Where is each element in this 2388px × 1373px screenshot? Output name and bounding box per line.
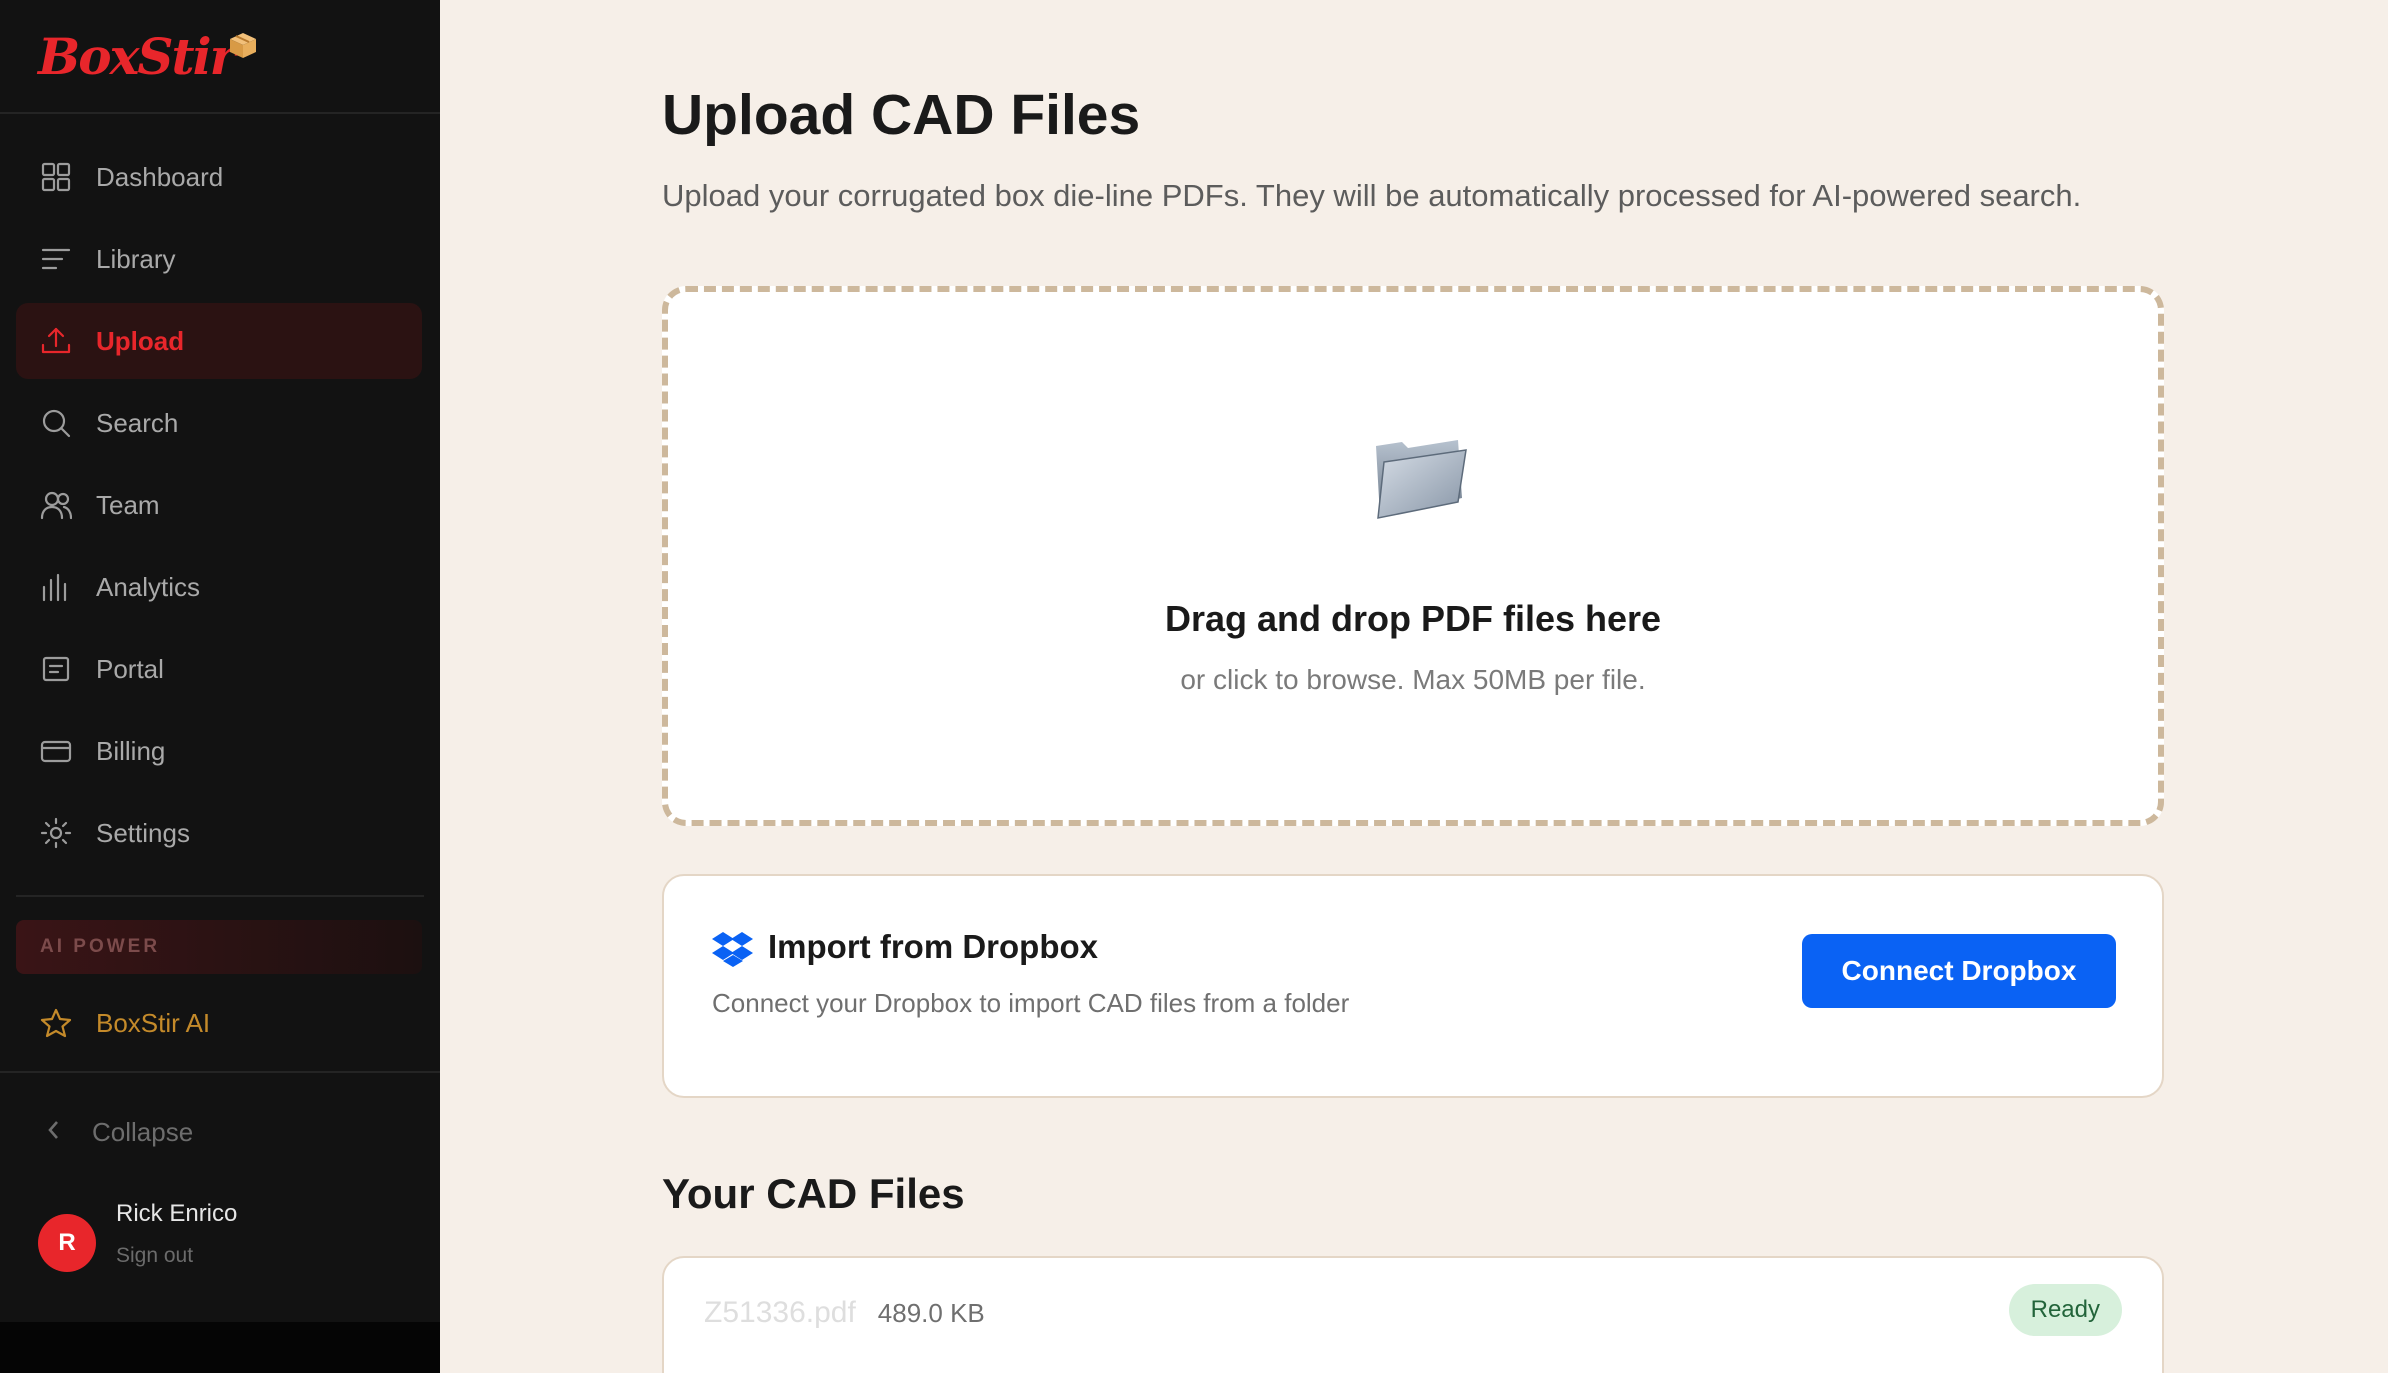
sidebar-item-boxstir-ai[interactable]: BoxStir AI (16, 985, 422, 1061)
sidebar-item-settings[interactable]: Settings (16, 795, 422, 871)
sidebar-footer-strip (0, 1322, 440, 1373)
brand-name: BoxStir (38, 26, 236, 86)
sidebar-item-label: Upload (96, 325, 185, 356)
sidebar-item-portal[interactable]: Portal (16, 631, 422, 707)
page-title: Upload CAD Files (662, 83, 1141, 147)
dropbox-icon (712, 932, 753, 967)
dropbox-subtitle: Connect your Dropbox to import CAD files… (712, 988, 1350, 1018)
grid-icon (38, 159, 74, 195)
dropzone-title: Drag and drop PDF files here (1164, 598, 1662, 639)
chevron-left-icon (38, 1114, 70, 1151)
sidebar-item-team[interactable]: Team (16, 467, 422, 543)
star-icon (38, 1005, 74, 1041)
file-name[interactable]: Z51336.pdf (704, 1296, 856, 1330)
list-icon (38, 241, 74, 277)
file-dropzone[interactable]: Drag and drop PDF files here or click to… (662, 286, 2164, 826)
sidebar-item-library[interactable]: Library (16, 221, 422, 297)
sidebar-item-label: Dashboard (96, 161, 224, 192)
portal-icon (38, 651, 74, 687)
avatar[interactable]: R (38, 1214, 96, 1272)
dropbox-title: Import from Dropbox (768, 928, 1098, 965)
collapse-label: Collapse (92, 1116, 194, 1147)
sidebar-divider (0, 112, 440, 114)
sidebar-divider (0, 1071, 440, 1073)
files-list: Z51336.pdf 489.0 KB Ready (662, 1256, 2164, 1373)
sidebar-item-search[interactable]: Search (16, 385, 422, 461)
file-size: 489.0 KB (877, 1297, 985, 1328)
main-content: Upload CAD Files Upload your corrugated … (440, 0, 2388, 1373)
sidebar-item-billing[interactable]: Billing (16, 713, 422, 789)
sidebar: BoxStir Dashboard Library Upload Search (0, 0, 440, 1373)
dropzone-subtitle: or click to browse. Max 50MB per file. (1180, 664, 1646, 695)
sidebar-item-analytics[interactable]: Analytics (16, 549, 422, 625)
box-logo-icon (229, 33, 256, 58)
sidebar-item-dashboard[interactable]: Dashboard (16, 139, 422, 215)
sidebar-item-label: Team (96, 489, 160, 520)
sidebar-item-label: Library (96, 243, 176, 274)
page-subtitle: Upload your corrugated box die-line PDFs… (662, 178, 2082, 213)
table-row[interactable]: Z51336.pdf 489.0 KB Ready (664, 1258, 2162, 1368)
credit-card-icon (38, 733, 74, 769)
bar-chart-icon (38, 569, 74, 605)
ai-section-label: AI POWER (40, 936, 161, 957)
search-icon (38, 405, 74, 441)
status-badge: Ready (2008, 1284, 2122, 1336)
brand-logo[interactable]: BoxStir (38, 26, 260, 86)
connect-dropbox-button[interactable]: Connect Dropbox (1802, 934, 2116, 1008)
gear-icon (38, 815, 74, 851)
files-section-title: Your CAD Files (662, 1170, 965, 1217)
sidebar-item-upload[interactable]: Upload (16, 303, 422, 379)
sidebar-item-label: Settings (96, 817, 190, 848)
user-profile: R Rick Enrico Sign out (38, 1196, 237, 1272)
user-name: Rick Enrico (116, 1200, 238, 1227)
sidebar-divider (16, 895, 424, 897)
sign-out-link[interactable]: Sign out (116, 1244, 237, 1268)
dropbox-import-card: Import from Dropbox Connect your Dropbox… (662, 874, 2164, 1098)
sidebar-item-label: Billing (96, 735, 166, 766)
upload-icon (38, 323, 74, 359)
sidebar-item-label: BoxStir AI (96, 1007, 211, 1038)
sidebar-item-label: Analytics (96, 571, 201, 602)
ai-section-header: AI POWER (16, 920, 422, 974)
sidebar-item-label: Portal (96, 653, 164, 684)
users-icon (38, 487, 74, 523)
sidebar-item-label: Search (96, 407, 179, 438)
collapse-button[interactable]: Collapse (16, 1094, 422, 1170)
folder-icon (1376, 440, 1467, 519)
